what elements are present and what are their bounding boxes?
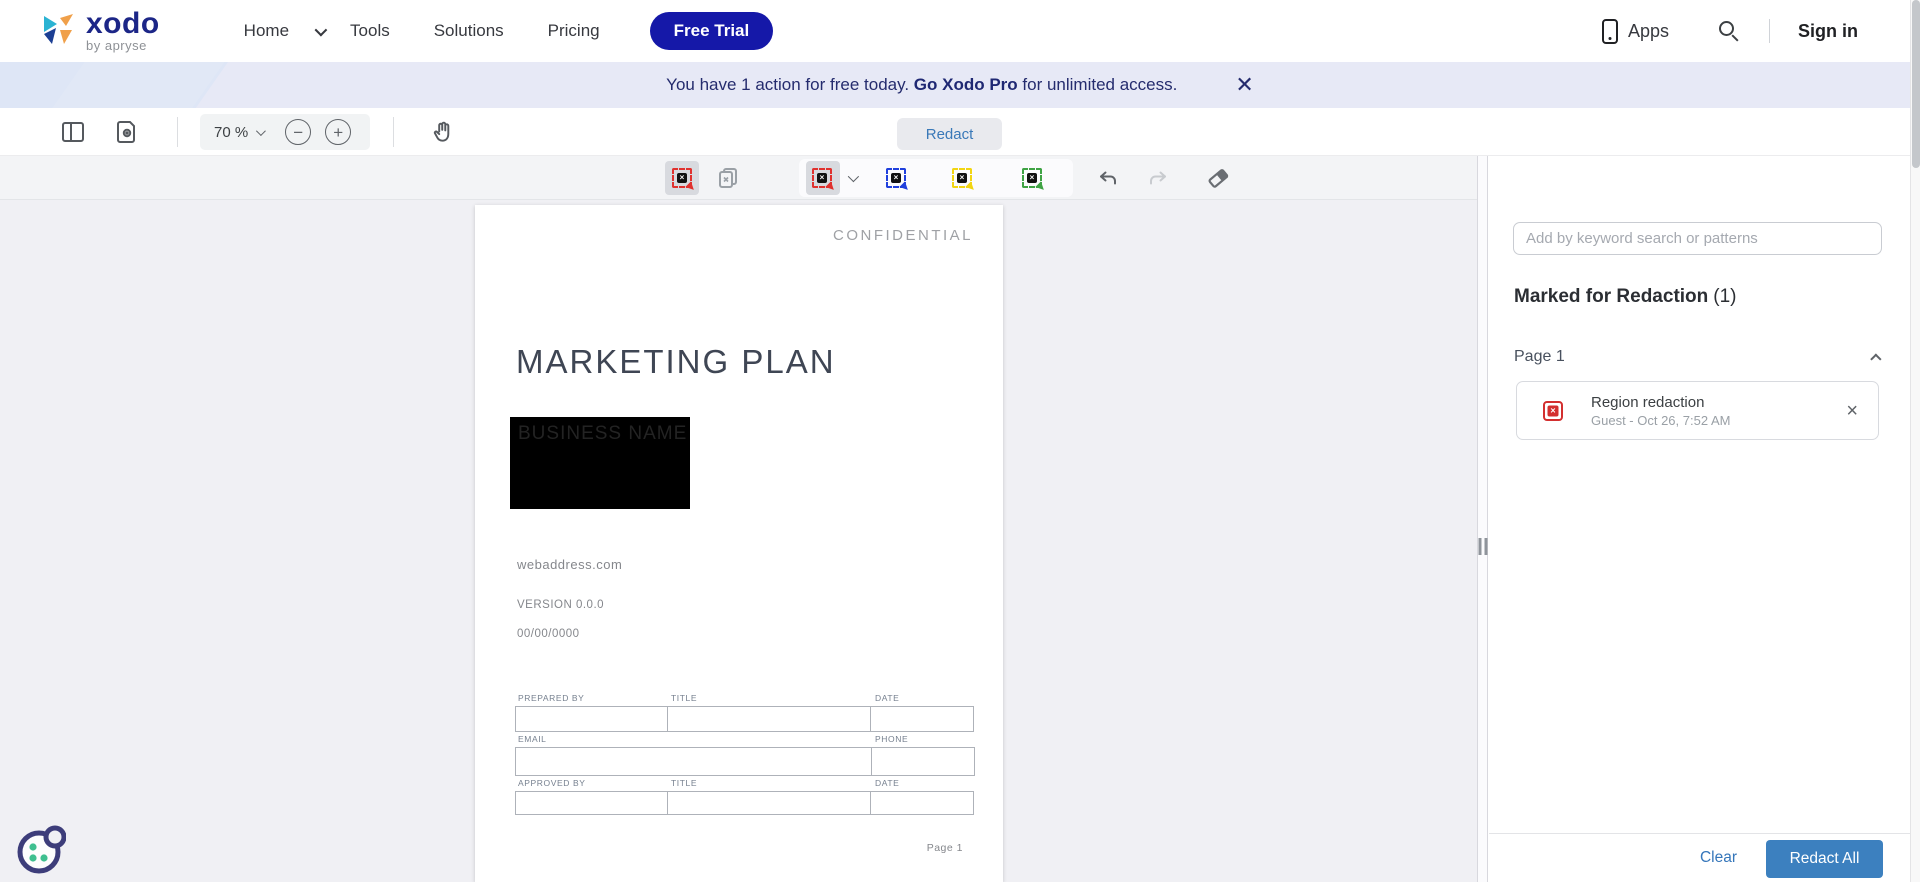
undo-icon[interactable] <box>1096 166 1120 190</box>
chevron-down-icon[interactable] <box>314 23 328 36</box>
page-redaction-tool-icon[interactable] <box>716 166 740 190</box>
panel-footer: Clear Redact All <box>1489 833 1910 882</box>
toolbar-divider <box>177 117 178 147</box>
cookie-icon <box>17 825 66 874</box>
xodo-logo[interactable]: xodo by apryse <box>40 6 160 53</box>
banner-message: You have 1 action for free today. Go Xod… <box>666 75 1178 94</box>
redaction-style-green-icon[interactable]: × <box>1022 167 1047 193</box>
redaction-panel: Marked for Redaction(1) Page 1 × Region … <box>1489 156 1910 882</box>
zoom-in-button[interactable]: + <box>325 119 352 145</box>
form-field <box>515 706 668 732</box>
redact-mode-button[interactable]: Redact <box>897 118 1002 150</box>
document-viewer[interactable]: CONFIDENTIAL MARKETING PLAN BUSINESS NAM… <box>0 200 1477 882</box>
nav-tools[interactable]: Tools <box>328 21 412 41</box>
scrollbar-thumb[interactable] <box>1912 0 1920 168</box>
page-scrollbar[interactable] <box>1910 0 1920 882</box>
remove-redaction-icon[interactable]: × <box>1846 401 1858 421</box>
banner-close-icon[interactable]: ✕ <box>1235 74 1253 96</box>
nav-solutions[interactable]: Solutions <box>412 21 526 41</box>
document-page: CONFIDENTIAL MARKETING PLAN BUSINESS NAM… <box>475 205 1003 882</box>
free-trial-button[interactable]: Free Trial <box>649 12 774 50</box>
zoom-level-dropdown[interactable]: 70 % <box>214 123 267 141</box>
redaction-count: (1) <box>1713 286 1737 307</box>
redaction-style-yellow-icon[interactable]: × <box>952 167 977 193</box>
page-settings-icon[interactable] <box>116 120 138 144</box>
nav-pricing[interactable]: Pricing <box>526 21 622 41</box>
zoom-out-button[interactable]: − <box>285 119 312 145</box>
form-label-title: TITLE <box>671 693 698 703</box>
date-text: 00/00/0000 <box>517 628 580 640</box>
version-text: VERSION 0.0.0 <box>517 599 605 611</box>
page-group-header[interactable]: Page 1 <box>1514 348 1882 366</box>
logo-byline-text: by apryse <box>86 37 147 53</box>
chevron-down-icon <box>256 125 267 136</box>
region-redaction-icon: × <box>1543 400 1563 421</box>
form-label-approved-by: APPROVED BY <box>518 778 586 788</box>
redaction-style-blue-icon[interactable]: × <box>886 167 911 193</box>
redacted-text: BUSINESS NAME <box>518 423 688 444</box>
eraser-icon[interactable] <box>1205 165 1231 191</box>
redaction-list-item[interactable]: × Region redaction Guest - Oct 26, 7:52 … <box>1516 381 1879 440</box>
go-xodo-pro-link[interactable]: Go Xodo Pro <box>914 75 1018 94</box>
toolbar-divider <box>393 117 394 147</box>
pan-tool-icon[interactable] <box>430 119 456 145</box>
form-field <box>515 747 872 776</box>
form-field <box>667 706 871 732</box>
redaction-item-meta: Guest - Oct 26, 7:52 AM <box>1591 412 1731 428</box>
apps-label: Apps <box>1627 20 1669 41</box>
promo-banner: You have 1 action for free today. Go Xod… <box>0 62 1920 108</box>
form-field <box>871 747 975 776</box>
confidential-watermark: CONFIDENTIAL <box>832 227 973 244</box>
form-label-prepared-by: PREPARED BY <box>518 693 585 703</box>
panel-title: Marked for Redaction (1) <box>1514 286 1737 307</box>
form-label-email: EMAIL <box>518 734 547 744</box>
logo-mark-icon <box>44 14 73 44</box>
view-toolbar: 70 % − + Redact <box>0 108 1920 156</box>
redaction-item-title: Region redaction <box>1591 393 1705 411</box>
form-field <box>870 706 974 732</box>
logo-brand-text: xodo <box>86 6 160 40</box>
main-nav: Home Tools Solutions Pricing <box>222 21 622 41</box>
form-field <box>515 791 668 815</box>
apps-button[interactable]: Apps <box>1601 18 1669 44</box>
nav-divider <box>1769 19 1770 43</box>
zoom-controls: 70 % − + <box>200 114 370 150</box>
form-field <box>667 791 871 815</box>
form-label-date: DATE <box>875 778 900 788</box>
document-title: MARKETING PLAN <box>516 343 836 380</box>
sign-in-button[interactable]: Sign in <box>1798 21 1858 42</box>
top-navbar: xodo by apryse Home Tools Solutions Pric… <box>0 0 1920 62</box>
page-number-footer: Page 1 <box>926 842 963 854</box>
form-label-date: DATE <box>875 693 900 703</box>
cookie-consent-button[interactable] <box>14 824 66 876</box>
chevron-down-icon[interactable] <box>847 170 860 182</box>
page-group-label: Page 1 <box>1514 348 1565 365</box>
search-button[interactable] <box>1717 19 1741 43</box>
zoom-level-value: 70 % <box>214 123 249 141</box>
form-field <box>870 791 974 815</box>
region-redaction-annotation[interactable]: BUSINESS NAME <box>510 417 690 509</box>
redact-all-button[interactable]: Redact All <box>1766 840 1883 878</box>
sidebar-toggle-icon[interactable] <box>62 121 84 142</box>
keyword-search-input[interactable] <box>1513 222 1882 255</box>
redaction-style-red-icon[interactable]: × <box>812 167 837 193</box>
nav-home[interactable]: Home <box>222 21 311 41</box>
panel-resize-handle[interactable] <box>1477 156 1488 882</box>
document-form: PREPARED BY TITLE DATE EMAIL PHONE APPRO… <box>515 691 976 815</box>
smartphone-icon <box>1601 18 1618 44</box>
region-redaction-tool-icon[interactable]: × <box>672 167 697 193</box>
clear-button[interactable]: Clear <box>1700 849 1737 867</box>
web-address-text: webaddress.com <box>517 557 623 572</box>
form-label-phone: PHONE <box>875 734 909 744</box>
form-label-title: TITLE <box>671 778 698 788</box>
redaction-toolbar: × × × × × <box>0 156 1477 349</box>
redo-icon[interactable] <box>1146 166 1170 190</box>
resize-grip-icon <box>1478 538 1487 555</box>
chevron-up-icon <box>1870 353 1882 365</box>
